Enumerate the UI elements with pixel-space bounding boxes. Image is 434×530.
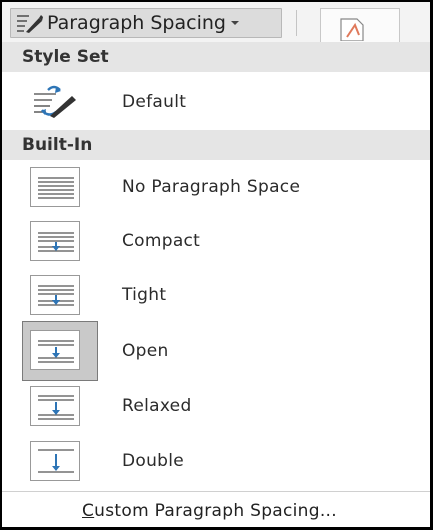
page-color-icon — [340, 18, 364, 41]
menu-divider — [2, 491, 430, 492]
adjacent-ribbon-control[interactable] — [320, 8, 400, 42]
style-set-default-icon — [34, 85, 76, 118]
open-spacing-icon — [30, 330, 80, 370]
menu-item-label: No Paragraph Space — [122, 177, 301, 197]
no-paragraph-space-icon — [30, 167, 80, 207]
style-set-header: Style Set — [2, 42, 430, 72]
paragraph-spacing-icon — [17, 15, 43, 33]
paragraph-spacing-button[interactable]: Paragraph Spacing — [10, 8, 282, 38]
double-spacing-icon — [30, 441, 80, 481]
menu-item-label: Default — [122, 92, 187, 112]
menu-item-double[interactable]: Double — [2, 434, 430, 488]
menu-item-tight[interactable]: Tight — [2, 268, 430, 322]
ribbon-separator — [296, 10, 297, 36]
menu-item-label: Double — [122, 451, 185, 471]
custom-paragraph-spacing-label: ustom Paragraph Spacing... — [94, 501, 337, 521]
dropdown-caret-icon — [230, 21, 239, 25]
menu-item-label: Tight — [122, 285, 167, 305]
compact-spacing-icon — [30, 221, 80, 261]
paragraph-spacing-label: Paragraph Spacing — [47, 12, 226, 34]
menu-item-default[interactable]: Default — [2, 74, 430, 130]
access-key-letter: C — [82, 501, 95, 521]
menu-item-label: Compact — [122, 231, 201, 251]
custom-paragraph-spacing-link[interactable]: Custom Paragraph Spacing... — [2, 496, 430, 526]
menu-item-label: Open — [122, 341, 169, 361]
menu-item-no-paragraph-space[interactable]: No Paragraph Space — [2, 160, 430, 214]
ribbon-strip: Paragraph Spacing — [2, 2, 430, 42]
paragraph-spacing-dropdown: Paragraph Spacing Style Set Default Buil… — [0, 0, 433, 530]
menu-item-open[interactable]: Open — [2, 324, 430, 378]
relaxed-spacing-icon — [30, 386, 80, 426]
menu-item-label: Relaxed — [122, 396, 192, 416]
menu-item-compact[interactable]: Compact — [2, 214, 430, 268]
built-in-header: Built-In — [2, 130, 430, 160]
menu-item-relaxed[interactable]: Relaxed — [2, 379, 430, 433]
tight-spacing-icon — [30, 275, 80, 315]
